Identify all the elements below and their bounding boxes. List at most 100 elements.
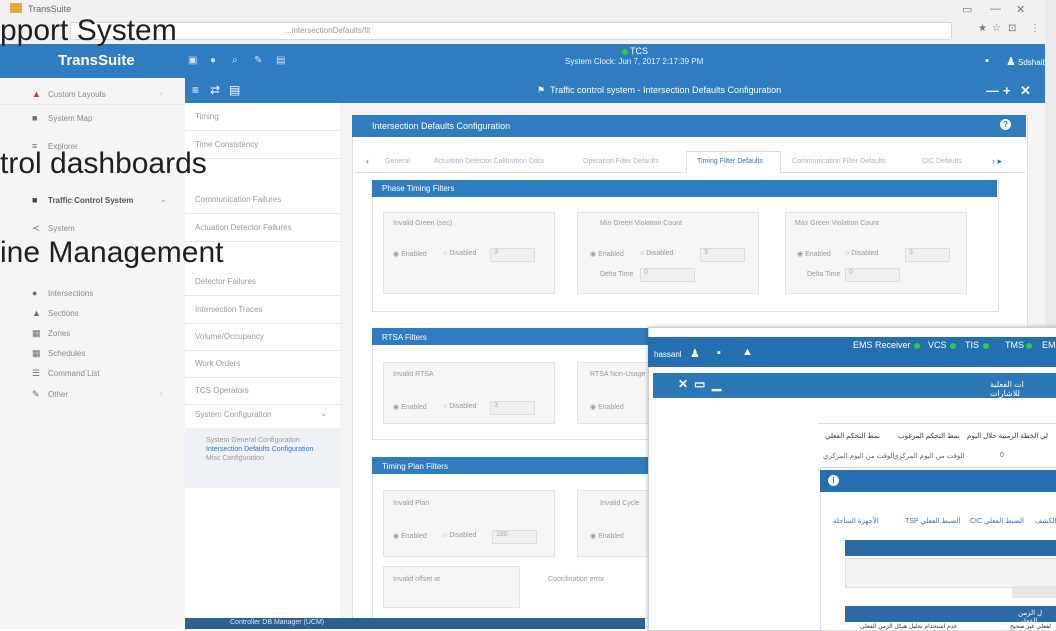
- radio-enabled[interactable]: ◉ Enabled: [590, 403, 624, 411]
- settings-icon[interactable]: ●: [210, 55, 216, 66]
- menu-item-label: Intersection Traces: [195, 305, 263, 314]
- radio-enabled[interactable]: ◉ Enabled: [590, 250, 624, 258]
- coordination-error-title: Coordination error: [548, 576, 605, 583]
- sidebar-item-label: Command List: [48, 369, 100, 378]
- radio-disabled[interactable]: ○ Disabled: [443, 250, 476, 257]
- tab-communication-filter-defaults[interactable]: Communication Filter Defaults: [792, 158, 886, 165]
- sidebar-item-label: Custom Layouts: [48, 90, 106, 99]
- sidebar-item-other[interactable]: ✎ Other ‹: [0, 384, 184, 404]
- user-icon[interactable]: ♟: [1006, 55, 1016, 68]
- close-window-button[interactable]: ✕: [1016, 3, 1025, 16]
- search-icon[interactable]: ⌕: [232, 55, 238, 66]
- grid-icon[interactable]: ▪: [717, 347, 721, 359]
- em-status: EM: [1042, 340, 1056, 350]
- radio-enabled[interactable]: ◉ Enabled: [590, 532, 624, 540]
- monitor-icon[interactable]: ▪: [985, 55, 989, 67]
- report-icon[interactable]: ▤: [276, 55, 285, 66]
- module-minimize-button[interactable]: —: [986, 83, 999, 98]
- arabic-user-name[interactable]: hassanl: [654, 350, 682, 359]
- menu-item-detector-failures[interactable]: Detector Failures: [185, 268, 340, 296]
- radio-disabled[interactable]: ○ Disabled: [640, 250, 673, 257]
- menu-item-intersection-traces[interactable]: Intersection Traces: [185, 296, 340, 324]
- layout-icon[interactable]: ▣: [188, 55, 197, 66]
- menu-item-time-consistency[interactable]: Time Consistency: [185, 131, 340, 159]
- maximize-icon[interactable]: ▭: [694, 377, 705, 391]
- invalid-green-input[interactable]: 3: [490, 248, 535, 262]
- schedules-icon: ▦: [32, 348, 41, 358]
- favorite-icon[interactable]: ☆: [992, 23, 1001, 34]
- grid-icon[interactable]: ▤: [229, 83, 240, 97]
- minimize-icon[interactable]: ▁: [712, 377, 721, 391]
- menu-icon[interactable]: ≡: [192, 83, 199, 97]
- sidebar-item-intersections[interactable]: ● Intersections: [0, 283, 184, 303]
- sidebar-item-system-map[interactable]: ■ System Map: [0, 108, 184, 128]
- ems-receiver-status: EMS Receiver: [853, 340, 911, 350]
- max-green-delta-input[interactable]: 0: [845, 268, 900, 282]
- extension-icon[interactable]: ⊡: [1008, 23, 1016, 34]
- tab-scroll-right-icon[interactable]: › ▸: [992, 156, 1002, 167]
- table-header: نمط التحكم الفعلي: [825, 433, 880, 440]
- submenu-item-intersection-defaults-configuration[interactable]: Intersection Defaults Configuration: [206, 446, 313, 453]
- radio-enabled[interactable]: ◉ Enabled: [797, 250, 831, 258]
- module-close-button[interactable]: ✕: [1020, 83, 1031, 99]
- menu-item-volume-occupancy[interactable]: Volume/Occupancy: [185, 323, 340, 351]
- sidebar-item-traffic-control-system[interactable]: ■ Traffic Control System ⌄: [0, 190, 184, 210]
- delta-time-label: Delta Time: [807, 271, 841, 278]
- sidebar-item-system[interactable]: ≺ System: [0, 218, 184, 238]
- sidebar-item-label: Intersections: [48, 289, 94, 298]
- tab-general[interactable]: General: [385, 158, 410, 165]
- tab-scroll-left-icon[interactable]: ‹: [366, 156, 369, 166]
- sidebar-item-schedules[interactable]: ▦ Schedules: [0, 343, 184, 363]
- sidebar-item-label: Zones: [48, 329, 71, 338]
- url-text[interactable]: ...intersectionDefaults/fit: [285, 26, 370, 35]
- arabic-tab-tsp[interactable]: TSP الضبط الفعلي: [905, 517, 960, 525]
- menu-item-system-configuration[interactable]: System Configuration ⌄: [185, 401, 340, 429]
- section-title: Phase Timing Filters: [382, 184, 455, 193]
- browser-tab-title[interactable]: TransSuite: [28, 4, 71, 14]
- min-green-violation-input[interactable]: 3: [700, 248, 745, 262]
- arabic-tab-cic[interactable]: CIC الضبط الفعلي: [970, 517, 1024, 525]
- url-bar[interactable]: [70, 22, 952, 40]
- bookmark-star-icon[interactable]: ★: [978, 23, 987, 34]
- tab-actuation-detector-calibration-data[interactable]: Actuation Detector Calibration Data: [434, 158, 544, 165]
- radio-enabled[interactable]: ◉ Enabled: [393, 532, 427, 540]
- help-icon[interactable]: ?: [1000, 119, 1011, 130]
- arabic-tab-devices[interactable]: الأجهزة الساحلة: [833, 517, 879, 525]
- user-icon[interactable]: ♟: [690, 347, 700, 360]
- edit-icon[interactable]: ✎: [254, 55, 262, 66]
- menu-item-label: System Configuration: [195, 410, 272, 419]
- browser-menu-icon[interactable]: ⋮: [1030, 23, 1040, 34]
- page-scrollbar[interactable]: [1045, 0, 1056, 327]
- radio-enabled[interactable]: ◉ Enabled: [393, 250, 427, 258]
- invalid-plan-input[interactable]: 180: [492, 530, 537, 544]
- menu-item-work-orders[interactable]: Work Orders: [185, 350, 340, 378]
- arabic-tab-detection[interactable]: الكشف: [1035, 517, 1056, 525]
- radio-disabled[interactable]: ○ Disabled: [443, 403, 476, 410]
- chevron-left-icon: ‹: [160, 389, 163, 398]
- tab-timing-filter-defaults[interactable]: Timing Filter Defaults: [686, 151, 781, 173]
- module-add-button[interactable]: +: [1003, 83, 1011, 98]
- sidebar-item-zones[interactable]: ▦ Zones: [0, 323, 184, 343]
- radio-disabled[interactable]: ○ Disabled: [845, 250, 878, 257]
- radio-disabled[interactable]: ○ Disabled: [443, 532, 476, 539]
- submenu-item-system-general-configuration[interactable]: System General Configuration: [206, 437, 300, 444]
- info-icon[interactable]: i: [828, 475, 839, 486]
- min-green-delta-input[interactable]: 0: [640, 268, 695, 282]
- invalid-rtsa-input[interactable]: 3: [490, 401, 535, 415]
- tab-operation-filter-defaults[interactable]: Operation Filter Defaults: [583, 158, 659, 165]
- sidebar-item-custom-layouts[interactable]: ▲ Custom Layouts ‹: [0, 84, 184, 105]
- sidebar-item-command-list[interactable]: ☰ Command List: [0, 363, 184, 383]
- menu-item-timing[interactable]: Timing: [185, 103, 340, 131]
- minimize-window-button[interactable]: ▭: [962, 3, 972, 16]
- warning-icon[interactable]: ▲: [742, 346, 753, 358]
- tab-cic-defaults[interactable]: CIC Defaults: [922, 158, 962, 165]
- swap-icon[interactable]: ⇄: [210, 83, 220, 97]
- chevron-down-icon: ⌄: [160, 195, 167, 204]
- close-icon[interactable]: ✕: [678, 377, 688, 391]
- sidebar-item-sections[interactable]: ▲ Sections: [0, 303, 184, 323]
- radio-enabled[interactable]: ◉ Enabled: [393, 403, 427, 411]
- maximize-window-button[interactable]: —: [990, 3, 1001, 15]
- submenu-item-misc-configuration[interactable]: Misc Configuration: [206, 455, 264, 462]
- max-green-violation-input[interactable]: 3: [905, 248, 950, 262]
- menu-item-communication-failures[interactable]: Communication Failures: [185, 186, 340, 214]
